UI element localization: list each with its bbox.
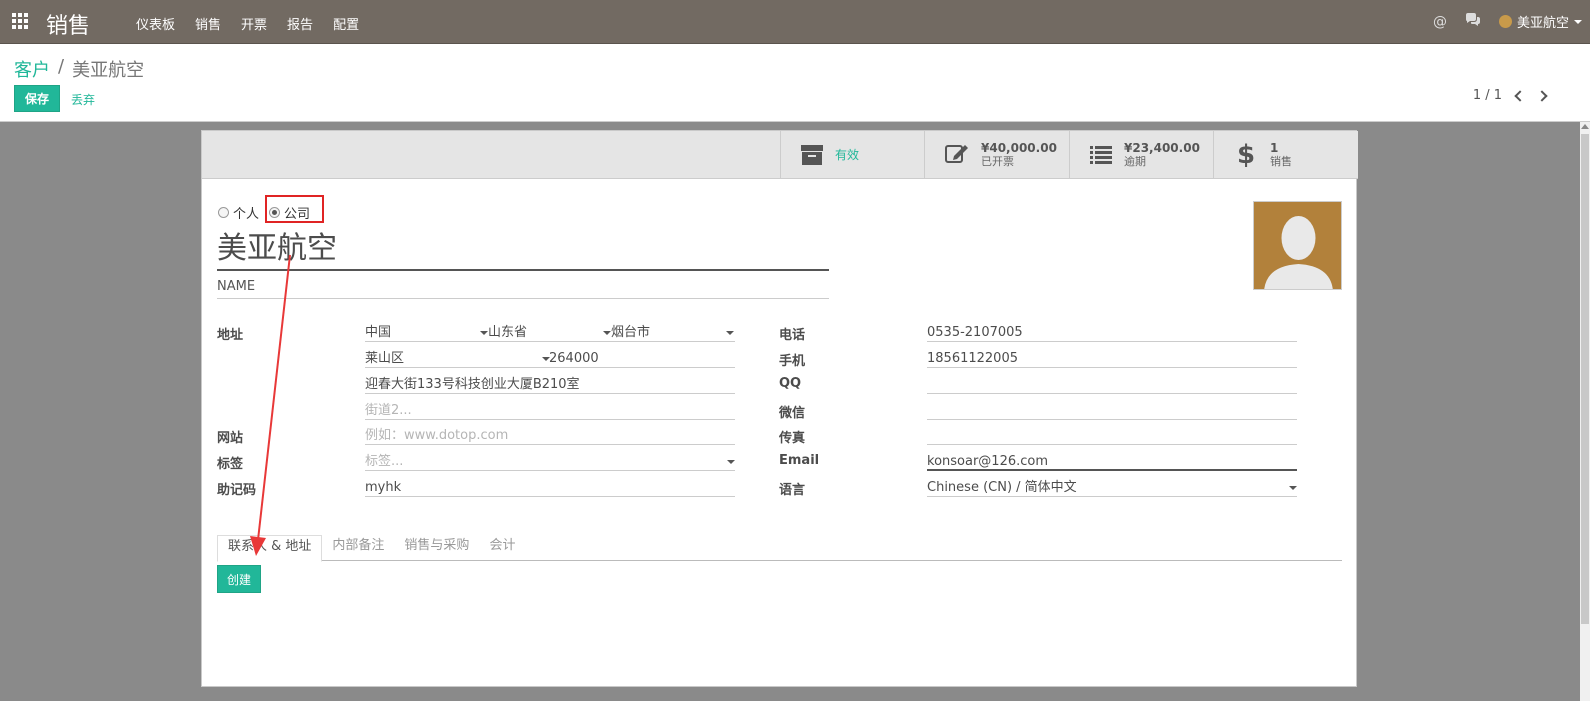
active-toggle-button[interactable]: 有效	[780, 131, 925, 178]
overdue-button[interactable]: ¥23,400.00 逾期	[1069, 131, 1214, 178]
ref-input[interactable]: myhk	[365, 479, 735, 497]
chat-icon[interactable]	[1465, 12, 1481, 31]
scrollbar[interactable]	[1580, 122, 1590, 701]
at-icon[interactable]: @	[1433, 14, 1447, 30]
street2-input[interactable]: 街道2...	[365, 402, 735, 420]
wechat-input[interactable]	[927, 402, 1297, 420]
country-select[interactable]: 中国	[365, 324, 488, 342]
tab-sales-purchases[interactable]: 销售与采购	[394, 535, 479, 560]
form-sheet: 有效 ¥40,000.00 已开票 ¥23,400.00 逾期 $ 1 销售 个…	[201, 130, 1358, 687]
user-menu[interactable]: 美亚航空	[1498, 12, 1582, 31]
lang-caret-icon	[1289, 486, 1297, 490]
website-label: 网站	[217, 431, 244, 446]
fax-label: 传真	[779, 431, 806, 446]
radio-person[interactable]	[218, 207, 229, 218]
chevron-down-icon	[1574, 19, 1582, 24]
tab-accounting[interactable]: 会计	[479, 535, 525, 560]
radio-person-label[interactable]: 个人	[233, 203, 259, 222]
edit-icon	[945, 142, 969, 168]
street-input[interactable]: 迎春大街133号科技创业大厦B210室	[365, 376, 735, 394]
app-brand: 销售	[46, 14, 91, 39]
user-name: 美亚航空	[1516, 16, 1569, 31]
notebook-tabs: 联系人 & 地址 内部备注 销售与采购 会计	[217, 535, 1342, 562]
active-label: 有效	[835, 148, 860, 162]
pager-value[interactable]: 1 / 1	[1473, 88, 1502, 103]
breadcrumb-separator: /	[58, 56, 65, 77]
city-select[interactable]: 烟台市	[611, 324, 735, 342]
tags-label: 标签	[217, 457, 244, 472]
apps-menu-icon[interactable]	[12, 13, 30, 29]
menu-item-config[interactable]: 配置	[333, 14, 359, 33]
district-select[interactable]: 莱山区	[365, 350, 549, 368]
menu-item-sales[interactable]: 销售	[195, 14, 221, 33]
partner-name-input[interactable]: 美亚航空	[217, 229, 829, 271]
wechat-label: 微信	[779, 406, 806, 421]
scrollbar-thumb[interactable]	[1581, 134, 1589, 624]
create-contact-button[interactable]: 创建	[217, 565, 261, 593]
archive-icon	[801, 144, 823, 165]
qq-input[interactable]	[927, 376, 1297, 394]
ref-label: 助记码	[217, 483, 257, 498]
zip-input[interactable]: 264000	[549, 350, 735, 368]
city-caret-icon	[726, 331, 734, 335]
website-input[interactable]: 例如：www.dotop.com	[365, 427, 735, 445]
mobile-label: 手机	[779, 354, 806, 369]
overdue-value: ¥23,400.00	[1124, 140, 1200, 155]
country-caret-icon	[480, 331, 488, 335]
state-caret-icon	[603, 331, 611, 335]
invoiced-button[interactable]: ¥40,000.00 已开票	[924, 131, 1069, 178]
phone-input[interactable]: 0535-2107005	[927, 324, 1297, 342]
dollar-icon: $	[1236, 139, 1256, 170]
tags-input[interactable]: 标签...	[365, 453, 735, 471]
fax-input[interactable]	[927, 427, 1297, 445]
discard-button[interactable]: 丢弃	[71, 91, 95, 108]
email-input[interactable]: konsoar@126.com	[927, 453, 1297, 471]
person-placeholder-icon	[1264, 216, 1333, 289]
main-menu: 仪表板 销售 开票 报告 配置	[136, 14, 359, 33]
sales-count-label: 销售	[1270, 154, 1292, 168]
email-label: Email	[779, 453, 820, 468]
user-avatar	[1498, 15, 1512, 28]
save-button[interactable]: 保存	[14, 85, 61, 112]
lang-select[interactable]: Chinese (CN) / 简体中文	[927, 479, 1297, 497]
overdue-label: 逾期	[1124, 154, 1146, 168]
tab-internal-notes[interactable]: 内部备注	[322, 535, 394, 560]
breadcrumb-current: 美亚航空	[72, 60, 145, 81]
mobile-input[interactable]: 18561122005	[927, 350, 1297, 368]
tab-contacts-addresses[interactable]: 联系人 & 地址	[217, 535, 323, 562]
top-navbar: 销售 仪表板 销售 开票 报告 配置 @ 美亚航空	[0, 0, 1590, 44]
state-select[interactable]: 山东省	[488, 324, 611, 342]
company-radio-highlight-box	[265, 195, 324, 223]
sales-count-button[interactable]: $ 1 销售	[1213, 131, 1358, 178]
phone-label: 电话	[779, 328, 806, 343]
breadcrumb-customers[interactable]: 客户	[14, 56, 50, 82]
menu-item-dashboard[interactable]: 仪表板	[136, 14, 175, 33]
breadcrumb: 客户 / 美亚航空	[14, 56, 144, 82]
menu-item-invoicing[interactable]: 开票	[241, 14, 267, 33]
smart-button-box: 有效 ¥40,000.00 已开票 ¥23,400.00 逾期 $ 1 销售	[202, 131, 1358, 179]
name-subfield[interactable]: NAME	[217, 279, 829, 299]
invoiced-label: 已开票	[981, 154, 1014, 168]
menu-item-reports[interactable]: 报告	[287, 14, 313, 33]
pager: 1 / 1	[1473, 88, 1548, 103]
invoiced-value: ¥40,000.00	[981, 140, 1057, 155]
partner-avatar[interactable]	[1253, 201, 1342, 290]
control-panel: 客户 / 美亚航空 保存 丢弃 1 / 1	[0, 44, 1590, 122]
tags-caret-icon	[727, 460, 735, 464]
address-label: 地址	[217, 328, 244, 343]
scroll-up-icon[interactable]	[1581, 124, 1589, 129]
navbar-right: @ 美亚航空	[1433, 12, 1590, 31]
sales-count-value: 1	[1270, 140, 1279, 155]
chevron-right-icon[interactable]	[1536, 89, 1548, 102]
list-icon	[1090, 145, 1112, 164]
lang-label: 语言	[779, 483, 806, 498]
qq-label: QQ	[779, 376, 802, 391]
chevron-left-icon[interactable]	[1514, 89, 1526, 102]
